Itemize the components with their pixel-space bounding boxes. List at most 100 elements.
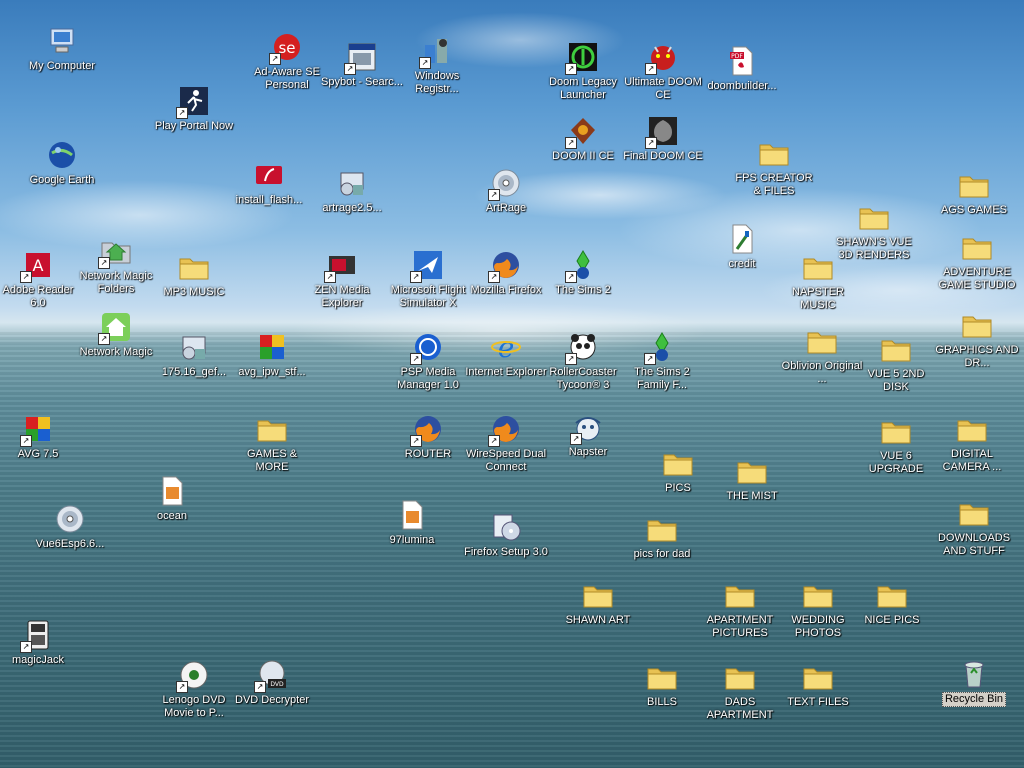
desktop-icon-adobe-reader-6-0[interactable]: A ↗ Adobe Reader 6.0 [0,248,80,310]
folder-icon [960,308,994,342]
desktop-icon-doom-legacy-launcher[interactable]: ↗ Doom Legacy Launcher [541,40,625,102]
desktop-icon-firefox-setup-3-0[interactable]: Firefox Setup 3.0 [464,510,548,559]
desktop-icon-text-files[interactable]: TEXT FILES [776,660,860,709]
desktop-icon-ags-games[interactable]: AGS GAMES [932,168,1016,217]
desktop-icon-fps-creator-files[interactable]: FPS CREATOR & FILES [732,136,816,198]
shortcut-arrow-icon: ↗ [565,137,577,149]
desktop-icon-digital-camera[interactable]: DIGITAL CAMERA ... [930,412,1014,474]
folder-icon [661,446,695,480]
desktop-icon-credit[interactable]: credit [700,222,784,271]
desktop-icon-avg-ipw-stf[interactable]: avg_ipw_stf... [230,330,314,379]
desktop-icon-my-computer[interactable]: My Computer [20,24,104,73]
desktop-icon-apartment-pictures[interactable]: APARTMENT PICTURES [698,578,782,640]
desktop-icon-wedding-photos[interactable]: WEDDING PHOTOS [776,578,860,640]
desktop-icon-network-magic[interactable]: ↗ Network Magic [74,310,158,359]
desktop-icon-label: Network Magic [79,346,153,358]
desktop-icon-label: Lenogo DVD Movie to P... [162,694,226,719]
desktop-icon-napster-music[interactable]: NAPSTER MUSIC [776,250,860,312]
recycle-bin-icon [957,656,991,690]
svg-text:A: A [33,256,44,275]
folder-icon [801,660,835,694]
desktop-icon-label: THE MIST [726,490,778,502]
desktop-icon-vue6esp6-6[interactable]: Vue6Esp6.6... [28,502,112,551]
desktop-icon-artrage2-5[interactable]: artrage2.5... [310,166,394,215]
desktop-icon-recycle-bin[interactable]: Recycle Bin [932,656,1016,707]
desktop-icon-label: artrage2.5... [322,202,382,214]
desktop-icon-ad-aware-se-personal[interactable]: se ↗ Ad-Aware SE Personal [245,30,329,92]
desktop-icon-play-portal-now[interactable]: ↗ Play Portal Now [152,84,236,133]
desktop-icon-label: Vue6Esp6.6... [35,538,105,550]
desktop-icon-dvd-decrypter[interactable]: DVD ↗ DVD Decrypter [230,658,314,707]
desktop-icon-zen-media-explorer[interactable]: ↗ ZEN Media Explorer [300,248,384,310]
desktop-icon-mp3-music[interactable]: MP3 MUSIC [152,250,236,299]
desktop-icon-label: ZEN Media Explorer [314,284,370,309]
desktop-icon-adventure-game-studio[interactable]: ADVENTURE GAME STUDIO [935,230,1019,292]
desktop-icon-microsoft-flight-simulator-x[interactable]: ↗ Microsoft Flight Simulator X [386,248,470,310]
desktop-icon-the-sims-2-family-f[interactable]: ↗ The Sims 2 Family F... [620,330,704,392]
desktop-icon-bills[interactable]: BILLS [620,660,704,709]
desktop-icon-network-magic-folders[interactable]: ↗ Network Magic Folders [74,234,158,296]
desktop-icon-pics-for-dad[interactable]: pics for dad [620,512,704,561]
desktop-icon-dads-apartment[interactable]: DADS APARTMENT [698,660,782,722]
desktop-icon-doom-ii-ce[interactable]: ↗ DOOM II CE [541,114,625,163]
desktop-icon-175-16-gef[interactable]: 175.16_gef... [152,330,236,379]
desktop-icon-oblivion-original[interactable]: Oblivion Original ... [780,324,864,386]
desktop-icon-label: Microsoft Flight Simulator X [390,284,466,309]
desktop-icon-label: DIGITAL CAMERA ... [942,448,1002,473]
desktop-icon-install-flash[interactable]: install_flash... [227,158,311,207]
desktop-icon-label: Oblivion Original ... [781,360,863,385]
desktop-icon-pics[interactable]: PICS [636,446,720,495]
desktop-icon-the-mist[interactable]: THE MIST [710,454,794,503]
desktop-icon-label: Adobe Reader 6.0 [2,284,74,309]
desktop-icon-downloads-and-stuff[interactable]: DOWNLOADS AND STUFF [932,496,1016,558]
desktop-icon-final-doom-ce[interactable]: ↗ Final DOOM CE [621,114,705,163]
doom2-icon: ↗ [565,114,600,149]
media-player-icon: ↗ [324,248,359,283]
desktop-icon-router[interactable]: ↗ ROUTER [386,412,470,461]
desktop-icon-mozilla-firefox[interactable]: ↗ Mozilla Firefox [464,248,548,297]
desktop-icon-napster[interactable]: ↗ Napster [546,410,630,459]
desktop-icon-vue-5-2nd-disk[interactable]: VUE 5 2ND DISK [854,332,938,394]
desktop-icon-lenogo-dvd-movie-to-p[interactable]: ↗ Lenogo DVD Movie to P... [152,658,236,720]
globe-icon [45,138,79,172]
shortcut-arrow-icon: ↗ [419,57,431,69]
desktop[interactable]: My Computer se ↗ Ad-Aware SE Personal ↗ Spybo… [0,0,1024,768]
desktop-icon-google-earth[interactable]: Google Earth [20,138,104,187]
desktop-icon-ocean[interactable]: ocean [130,474,214,523]
folder-icon [801,250,835,284]
desktop-icon-label: ArtRage [485,202,527,214]
desktop-icon-graphics-and-dr[interactable]: GRAPHICS AND DR... [935,308,1019,370]
desktop-icon-wirespeed-dual-connect[interactable]: ↗ WireSpeed Dual Connect [464,412,548,474]
shortcut-arrow-icon: ↗ [565,271,577,283]
desktop-icon-label: DOWNLOADS AND STUFF [937,532,1011,557]
desktop-icon-label: WEDDING PHOTOS [791,614,845,639]
desktop-icon-rollercoaster-tycoon-3[interactable]: ↗ RollerCoaster Tycoon® 3 [541,330,625,392]
desktop-icon-label: ocean [157,510,187,522]
desktop-icon-label: The Sims 2 Family F... [634,366,690,391]
desktop-icon-psp-media-manager-1-0[interactable]: ↗ PSP Media Manager 1.0 [386,330,470,392]
desktop-icon-magicjack[interactable]: ↗ magicJack [0,618,80,667]
desktop-icon-vue-6-upgrade[interactable]: VUE 6 UPGRADE [854,414,938,476]
dvd-converter-icon: ↗ [176,658,211,693]
folder-icon [581,578,615,612]
desktop-icon-the-sims-2[interactable]: ↗ The Sims 2 [541,248,625,297]
desktop-icon-windows-registr[interactable]: ↗ Windows Registr... [395,34,479,96]
shortcut-arrow-icon: ↗ [488,435,500,447]
desktop-icon-avg-7-5[interactable]: ↗ AVG 7.5 [0,412,80,461]
desktop-icon-label: VUE 6 UPGRADE [868,450,924,475]
desktop-icon-nice-pics[interactable]: NICE PICS [850,578,934,627]
shortcut-arrow-icon: ↗ [488,271,500,283]
desktop-icon-label: ROUTER [404,448,452,460]
desktop-icon-97lumina[interactable]: 97lumina [370,498,454,547]
desktop-icon-doombuilder[interactable]: PDF doombuilder... [700,44,784,93]
desktop-icon-games-more[interactable]: GAMES & MORE [230,412,314,474]
desktop-icon-ultimate-doom-ce[interactable]: ↗ Ultimate DOOM CE [621,40,705,102]
folder-icon [645,660,679,694]
desktop-icon-label: doombuilder... [707,80,777,92]
desktop-icon-internet-explorer[interactable]: e Internet Explorer [464,330,548,379]
shortcut-arrow-icon: ↗ [565,63,577,75]
desktop-icon-spybot-searc[interactable]: ↗ Spybot - Searc... [320,40,404,89]
desktop-icon-label: Internet Explorer [465,366,547,378]
desktop-icon-shawn-art[interactable]: SHAWN ART [556,578,640,627]
desktop-icon-artrage[interactable]: ↗ ArtRage [464,166,548,215]
